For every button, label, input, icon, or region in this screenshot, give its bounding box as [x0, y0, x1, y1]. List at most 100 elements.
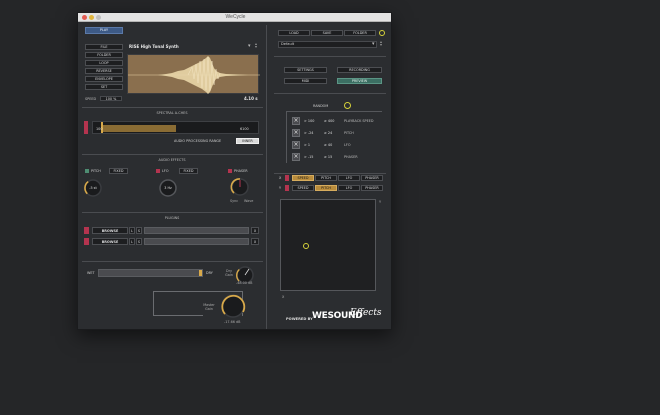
xy-pad[interactable] [280, 199, 376, 291]
plugin-slot[interactable] [144, 238, 249, 245]
lfo-enable-toggle[interactable] [156, 169, 160, 173]
x-axis-pitch-button[interactable]: PITCH [315, 175, 337, 181]
recording-button[interactable]: RECORDING [337, 67, 382, 73]
master-gain-value: -17.66 dB [224, 320, 241, 324]
sample-loop-button[interactable]: LOOP [85, 60, 123, 66]
powered-by-label: POWERED BY [286, 317, 313, 321]
lfo-value: 3 Hz [164, 186, 172, 190]
pitch-enable-toggle[interactable] [85, 169, 89, 173]
divider [82, 107, 263, 108]
y-axis-toggle[interactable] [285, 185, 289, 191]
random-param-name: PITCH [344, 131, 354, 135]
waveform-display[interactable] [127, 54, 260, 94]
wet-dry-slider[interactable] [98, 269, 203, 277]
random-max-value: ≥ 24 [324, 131, 333, 135]
lfo-label: LFO [162, 169, 169, 173]
range-low-value: 100 [96, 127, 103, 131]
phaser-enable-toggle[interactable] [228, 169, 232, 173]
random-max-value: ≥ 40 [324, 143, 333, 147]
y-axis-phaser-button[interactable]: PHASER [361, 185, 383, 191]
plugin-l-button[interactable]: L [129, 238, 135, 245]
y-axis-speed-button[interactable]: SPEED [292, 185, 314, 191]
master-gain-label: Master Gain [203, 303, 215, 311]
random-min-value: > -15 [304, 155, 314, 159]
master-gain-knob[interactable] [218, 291, 248, 321]
spectral-range-fill [101, 125, 176, 132]
x-axis-speed-button[interactable]: SPEED [292, 175, 314, 181]
plugin-s-button[interactable]: S [136, 227, 142, 234]
audio-range-label: AUDIO PROCESSING RANGE [174, 139, 222, 143]
preset-dropdown-arrow-icon[interactable]: ▾ [372, 41, 375, 47]
plugin-enable-toggle[interactable] [84, 238, 89, 245]
settings-indicator-icon[interactable] [379, 30, 385, 36]
phaser-knob[interactable] [229, 176, 251, 198]
sample-reverse-button[interactable]: REVERSE [85, 68, 123, 74]
lfo-mode-button[interactable]: FIXED [179, 168, 198, 174]
settings-button[interactable]: SETTINGS [284, 67, 327, 73]
dry-gain-value: -48.00 dB [236, 281, 253, 285]
sample-envelope-button[interactable]: ENVELOPE [85, 76, 123, 82]
play-button[interactable]: PLAY [85, 27, 123, 34]
pitch-label: PITCH [91, 169, 101, 173]
xy-pad-cursor[interactable] [303, 243, 309, 249]
sample-file-button[interactable]: FILE [85, 44, 123, 50]
x-axis-lfo-button[interactable]: LFO [338, 175, 360, 181]
sample-name: RISE High Tonal Synth [129, 44, 179, 49]
sample-set-button[interactable]: SET [85, 84, 123, 90]
plugin-l-button[interactable]: L [129, 227, 135, 234]
divider [82, 212, 263, 213]
tab-save[interactable]: SAVE [311, 30, 343, 36]
divider [274, 93, 386, 94]
x-axis-phaser-button[interactable]: PHASER [361, 175, 383, 181]
audio-range-mode-button[interactable]: INNER [236, 138, 259, 144]
plugins-title: PLUGINS [164, 216, 180, 220]
spectral-range-slider[interactable]: 100 6100 [92, 121, 259, 134]
plugin-remove-button[interactable]: X [251, 227, 259, 234]
plugin-slot[interactable] [144, 227, 249, 234]
random-enable-checkbox[interactable]: × [292, 129, 300, 137]
wet-dry-handle[interactable] [199, 270, 202, 276]
tab-folder[interactable]: FOLDER [344, 30, 376, 36]
spectral-title: SPECTRAL A-CHES [156, 111, 188, 115]
y-axis-lfo-button[interactable]: LFO [338, 185, 360, 191]
pad-x-label: X [282, 295, 285, 299]
x-axis-label: X [279, 176, 282, 180]
divider [82, 261, 263, 262]
plugin-enable-toggle[interactable] [84, 227, 89, 234]
random-max-value: ≥ 15 [324, 155, 333, 159]
phaser-sync-label: Sync [230, 199, 239, 203]
y-axis-pitch-button[interactable]: PITCH [315, 185, 337, 191]
panel-divider [266, 25, 267, 329]
sample-stepper-icon[interactable]: ▴ ▾ [255, 42, 257, 49]
speed-field[interactable]: 100 % [100, 96, 122, 101]
effects-title: AUDIO EFFECTS [158, 158, 186, 162]
plugin-browse-button[interactable]: BROWSE [92, 238, 128, 245]
random-enable-checkbox[interactable]: × [292, 153, 300, 161]
random-enable-checkbox[interactable]: × [292, 141, 300, 149]
random-trigger-button[interactable] [344, 102, 351, 109]
speed-label: SPEED [85, 97, 97, 101]
brand-logo-script: Effects [350, 308, 382, 318]
wet-label: WET [87, 271, 95, 275]
random-min-value: > 1 [304, 143, 311, 147]
preset-dropdown[interactable]: Default [278, 41, 377, 48]
title-bar: WeCycle [78, 13, 391, 22]
plugin-remove-button[interactable]: X [251, 238, 259, 245]
tab-load[interactable]: LOAD [278, 30, 310, 36]
preset-stepper-icon[interactable]: ▴ ▾ [380, 40, 382, 47]
plugin-browse-button[interactable]: BROWSE [92, 227, 128, 234]
random-enable-checkbox[interactable]: × [292, 117, 300, 125]
sample-dropdown-arrow-icon[interactable]: ▾ [248, 43, 251, 49]
spectral-enable-toggle[interactable] [84, 121, 88, 134]
midi-button[interactable]: MIDI [284, 78, 327, 84]
divider [274, 173, 386, 174]
dry-gain-label: Dry Gain [225, 269, 233, 277]
preview-button[interactable]: PREVIEW [337, 78, 382, 84]
plugin-s-button[interactable]: S [136, 238, 142, 245]
sample-folder-button[interactable]: FOLDER [85, 52, 123, 58]
random-max-value: ≥ 400 [324, 119, 335, 123]
pad-y-label: Y [379, 200, 382, 204]
divider [82, 154, 263, 155]
x-axis-toggle[interactable] [285, 175, 289, 181]
pitch-mode-button[interactable]: FIXED [109, 168, 128, 174]
